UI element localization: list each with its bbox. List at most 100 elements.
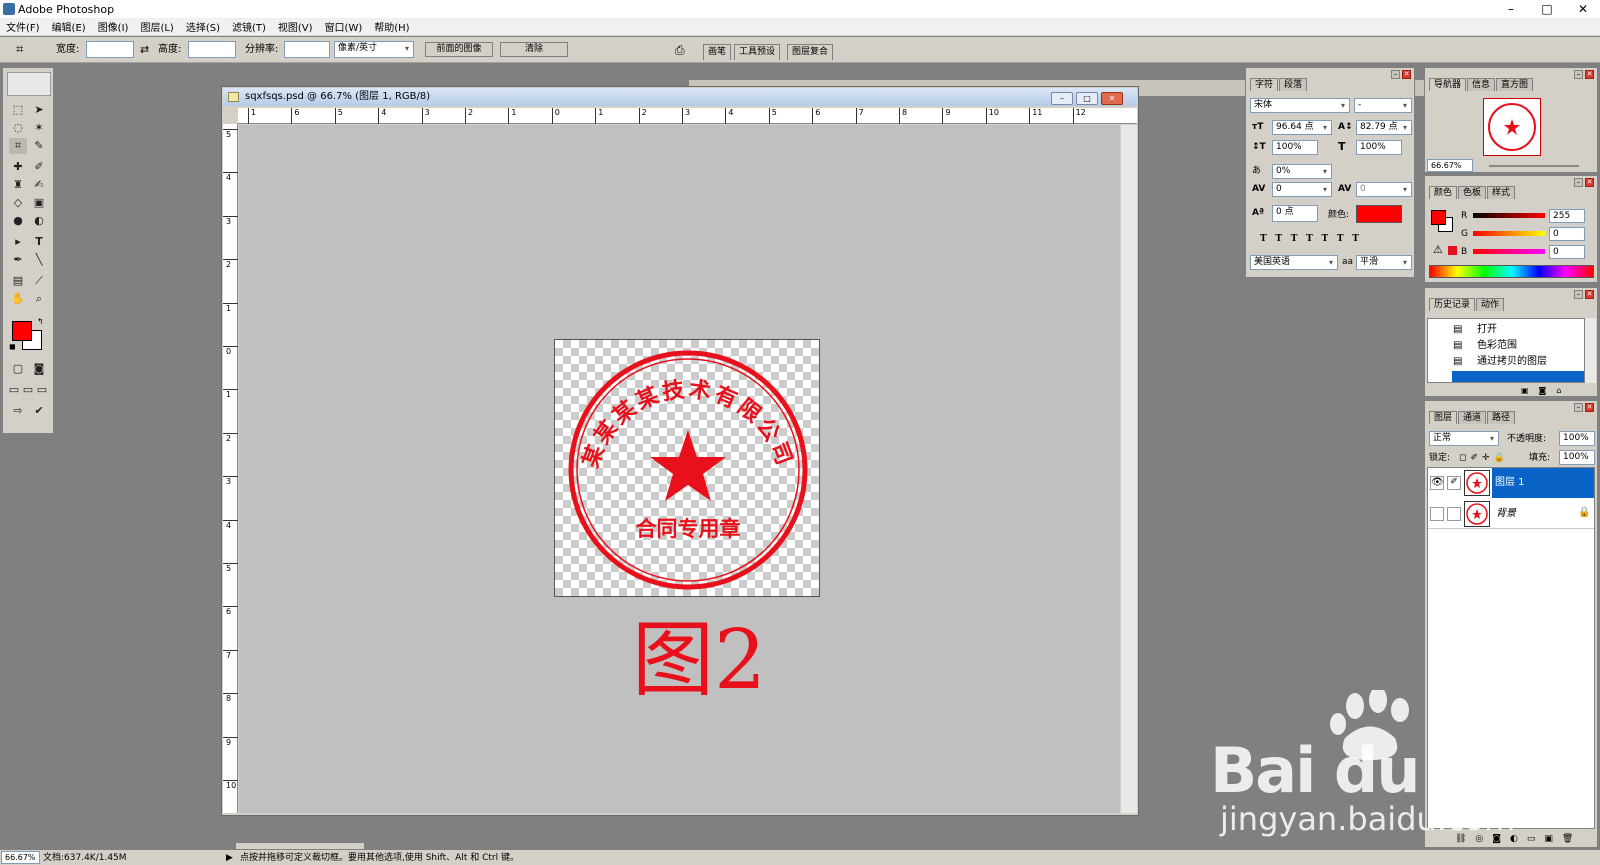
eraser-icon[interactable]: ◇ — [9, 195, 27, 211]
zoom-tool-icon[interactable]: ⌕ — [30, 291, 48, 307]
tab-paragraph[interactable]: 段落 — [1279, 78, 1308, 91]
menu-file[interactable]: 文件(F) — [0, 19, 46, 34]
full-screen-icon[interactable]: ▭ — [35, 382, 49, 398]
palette-well-icon[interactable]: ⎙ — [675, 42, 685, 58]
tab-histogram[interactable]: 直方图 — [1496, 78, 1534, 91]
history-item[interactable]: ▤ 色彩范围 — [1431, 338, 1584, 354]
menu-help[interactable]: 帮助(H) — [368, 19, 415, 34]
panel-close-icon[interactable]: ✕ — [1585, 290, 1594, 299]
menu-layer[interactable]: 图层(L) — [134, 19, 179, 34]
leading-select[interactable]: 82.79 点 ▾ — [1356, 120, 1412, 135]
image-canvas[interactable]: 某某某某技术有限公司 合同专用章 — [554, 339, 820, 597]
full-screen-menu-icon[interactable]: ▭ — [21, 382, 35, 398]
layer-name[interactable]: 背景 — [1496, 499, 1516, 529]
text-color-swatch[interactable] — [1356, 205, 1402, 223]
tab-navigator[interactable]: 导航器 — [1429, 78, 1467, 91]
navigator-thumbnail[interactable] — [1483, 98, 1541, 156]
tab-character[interactable]: 字符 — [1250, 78, 1279, 91]
tracking-select[interactable]: 0 ▾ — [1356, 182, 1412, 197]
layer-row[interactable]: 背景 🔒 — [1428, 499, 1594, 529]
tab-color[interactable]: 颜色 — [1429, 186, 1458, 199]
eye-icon[interactable]: 👁 — [1430, 476, 1444, 490]
tab-layers[interactable]: 图层 — [1429, 411, 1458, 424]
clear-button[interactable]: 清除 — [500, 42, 568, 57]
menu-select[interactable]: 选择(S) — [180, 19, 226, 34]
magic-wand-icon[interactable]: ✶ — [30, 120, 48, 136]
history-item[interactable]: ▤ 通过拷贝的图层 — [1431, 354, 1584, 370]
clone-stamp-icon[interactable]: ♜ — [9, 177, 27, 193]
faux-style-buttons[interactable]: TTTTTTT — [1260, 233, 1368, 245]
horizontal-scale-input[interactable]: 100% — [1356, 140, 1402, 155]
type-tool-icon[interactable]: T — [30, 234, 48, 250]
minimize-button[interactable]: – — [1494, 0, 1528, 18]
tab-info[interactable]: 信息 — [1467, 78, 1496, 91]
standard-mode-icon[interactable]: ▢ — [9, 361, 27, 377]
zoom-input[interactable]: 66.67% — [1, 851, 40, 864]
brush-link-icon[interactable]: ✐ — [1447, 476, 1461, 490]
dodge-icon[interactable]: ◐ — [30, 213, 48, 229]
g-input[interactable]: 0 — [1549, 227, 1585, 241]
link-box[interactable] — [1447, 507, 1461, 521]
tab-swatches[interactable]: 色板 — [1458, 186, 1487, 199]
tab-brushes[interactable]: 画笔 — [703, 44, 732, 60]
path-select-icon[interactable]: ▸ — [9, 234, 27, 250]
panel-minimize-icon[interactable]: – — [1574, 290, 1583, 299]
opacity-input[interactable]: 100% — [1559, 431, 1595, 446]
panel-minimize-icon[interactable]: – — [1574, 178, 1583, 187]
healing-brush-icon[interactable]: ✚ — [9, 159, 27, 175]
g-slider[interactable] — [1473, 231, 1545, 236]
menu-image[interactable]: 图像(I) — [92, 19, 135, 34]
antialias-select[interactable]: 平滑 ▾ — [1356, 255, 1412, 270]
close-button[interactable]: ✕ — [1566, 0, 1600, 18]
history-item-selected[interactable] — [1452, 371, 1584, 382]
history-footer-icons[interactable]: ▣◙⌂ — [1521, 385, 1571, 397]
panel-close-icon[interactable]: ✕ — [1402, 70, 1411, 79]
tab-paths[interactable]: 路径 — [1487, 411, 1516, 424]
kerning-select[interactable]: 0 ▾ — [1272, 182, 1332, 197]
status-arrow-icon[interactable]: ▶ — [226, 852, 233, 864]
blur-icon[interactable]: ● — [9, 213, 27, 229]
history-brush-icon[interactable]: ✍ — [30, 177, 48, 193]
lock-icons[interactable]: ◻✐✛🔒 — [1459, 452, 1509, 464]
slice-tool-icon[interactable]: ✎ — [30, 138, 48, 154]
resolution-input[interactable] — [284, 41, 330, 58]
layer-name[interactable]: 图层 1 — [1492, 468, 1594, 498]
vertical-scale-input[interactable]: 100% — [1272, 140, 1318, 155]
menu-edit[interactable]: 编辑(E) — [46, 19, 92, 34]
screen-mode-icon[interactable]: ▭ — [7, 382, 21, 398]
front-image-button[interactable]: 前面的图像 — [425, 42, 493, 57]
unit-select[interactable]: 像素/英寸 ▾ — [334, 41, 414, 58]
quick-mask-icon[interactable]: ◙ — [30, 361, 48, 377]
eyedropper-icon[interactable]: ⟋ — [30, 273, 48, 289]
layer-row-selected[interactable]: 👁 ✐ 图层 1 — [1428, 468, 1594, 498]
brush-tool-icon[interactable]: ✐ — [30, 159, 48, 175]
doc-minimize-button[interactable]: – — [1051, 92, 1073, 105]
font-family-select[interactable]: 宋体 ▾ — [1250, 98, 1350, 113]
menu-window[interactable]: 窗口(W) — [319, 19, 369, 34]
notes-tool-icon[interactable]: ▤ — [9, 273, 27, 289]
doc-maximize-button[interactable]: □ — [1076, 92, 1098, 105]
gradient-icon[interactable]: ▣ — [30, 195, 48, 211]
lasso-tool-icon[interactable]: ◌ — [9, 120, 27, 136]
b-input[interactable]: 0 — [1549, 245, 1585, 259]
nav-zoom-input[interactable]: 66.67% — [1427, 159, 1473, 172]
menu-view[interactable]: 视图(V) — [272, 19, 319, 34]
imageready-icon[interactable]: ⇨ — [9, 403, 27, 419]
panel-close-icon[interactable]: ✕ — [1585, 178, 1594, 187]
default-colors-icon[interactable]: ◼ — [9, 342, 16, 351]
swap-colors-icon[interactable]: ↰ — [37, 317, 44, 326]
color-ramp[interactable] — [1429, 265, 1594, 278]
panel-minimize-icon[interactable]: – — [1391, 70, 1400, 79]
tab-layer-comps[interactable]: 图层复合 — [787, 44, 834, 60]
tab-channels[interactable]: 通道 — [1458, 411, 1487, 424]
tsume-select[interactable]: 0% ▾ — [1272, 164, 1332, 179]
r-slider[interactable] — [1473, 213, 1545, 218]
blend-mode-select[interactable]: 正常 ▾ — [1429, 431, 1499, 446]
hand-tool-icon[interactable]: ✋ — [9, 291, 27, 307]
fill-input[interactable]: 100% — [1559, 450, 1595, 465]
panel-close-icon[interactable]: ✕ — [1585, 70, 1594, 79]
maximize-button[interactable]: □ — [1530, 0, 1564, 18]
panel-minimize-icon[interactable]: – — [1574, 70, 1583, 79]
pen-tool-icon[interactable]: ✒ — [9, 252, 27, 268]
tab-styles[interactable]: 样式 — [1487, 186, 1516, 199]
